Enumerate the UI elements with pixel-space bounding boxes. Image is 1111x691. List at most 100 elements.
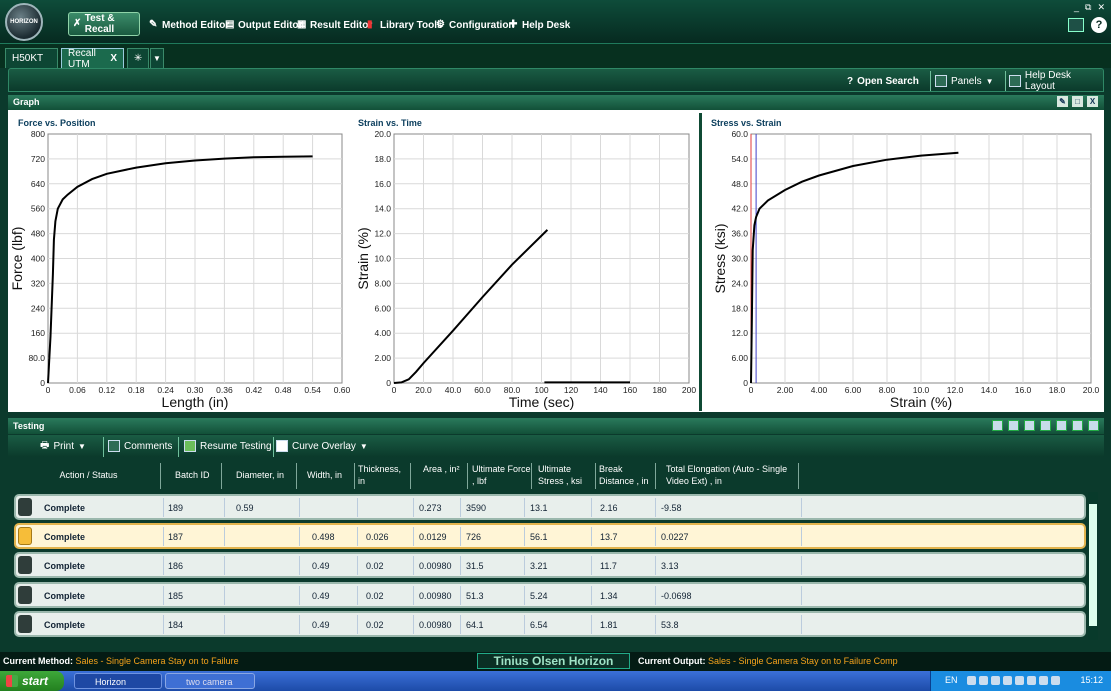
graph-area: Force vs. Position 0 0.06 0.12 0.18 0.24 0.30 0…	[8, 110, 1104, 412]
cell-ultimate-force: 726	[466, 532, 482, 542]
y-tick-label: 560	[31, 204, 45, 214]
tab-dropdown-icon[interactable]: ▼	[150, 48, 164, 68]
clock[interactable]: 15:12	[1080, 675, 1103, 685]
open-search-button[interactable]: ? Open Search	[847, 72, 919, 90]
table-row-selected[interactable]: Complete 187 0.498 0.026 0.0129 726 56.1…	[14, 523, 1086, 549]
cell-ultimate-stress: 3.21	[530, 561, 548, 571]
graph-close-icon[interactable]: X	[1087, 96, 1098, 107]
tray-icon[interactable]	[967, 676, 976, 685]
menu-test-recall[interactable]: ✗ Test & Recall	[68, 12, 140, 36]
restore-icon[interactable]: ⧉	[1085, 2, 1091, 13]
menu-configuration[interactable]: ⚙ Configuration	[436, 14, 515, 36]
strain-time-chart[interactable]: Strain vs. Time0 20.0 40.0 60.0 80.0 100 120 14…	[348, 110, 698, 412]
cell-divider	[801, 615, 802, 634]
tray-icon[interactable]	[1027, 676, 1036, 685]
graph-edit-icon[interactable]: ✎	[1057, 96, 1068, 107]
x-tick-label: 14.0	[981, 385, 998, 395]
cell-ultimate-force: 31.5	[466, 561, 484, 571]
graph-maximize-icon[interactable]: □	[1072, 96, 1083, 107]
menu-method-editor[interactable]: ✎ Method Editor	[149, 14, 229, 36]
cell-ultimate-stress: 5.24	[530, 591, 548, 601]
table-row[interactable]: Complete 184 0.49 0.02 0.00980 64.1 6.54…	[14, 611, 1086, 637]
tray-icon[interactable]	[1039, 676, 1048, 685]
y-tick-label: 160	[31, 328, 45, 338]
panels-button[interactable]: Panels ▼	[935, 72, 994, 90]
tab-h50kt[interactable]: H50KT	[5, 48, 58, 68]
force-position-chart[interactable]: Force vs. Position0 0.06 0.12 0.18 0.24 0.30 0…	[8, 110, 356, 412]
column-header-action-status[interactable]: Action / Status	[14, 463, 161, 489]
cell-area: 0.0129	[419, 532, 447, 542]
x-tick-label: 6.00	[845, 385, 862, 395]
help-icon[interactable]: ?	[1091, 17, 1107, 33]
start-label: start	[22, 674, 49, 688]
y-tick-label: 0	[386, 378, 391, 388]
print-button[interactable]: 🖶 Print ▼	[40, 437, 86, 455]
save-icon[interactable]	[1056, 420, 1067, 431]
resume-testing-button[interactable]: Resume Testing	[184, 437, 272, 455]
minimize-icon[interactable]: _	[1074, 2, 1079, 13]
cell-divider	[460, 586, 461, 605]
close-icon[interactable]: ✕	[1097, 2, 1105, 13]
maximize-icon[interactable]	[1088, 420, 1099, 431]
copy-icon[interactable]	[1024, 420, 1035, 431]
cell-ultimate-force: 51.3	[466, 591, 484, 601]
help-desk-layout-button[interactable]: Help Desk Layout	[1009, 70, 1103, 92]
curve-overlay-button[interactable]: Curve Overlay ▼	[276, 437, 368, 455]
monitor-icon[interactable]	[1068, 18, 1084, 32]
language-indicator[interactable]: EN	[945, 675, 958, 685]
taskbar-item-horizon[interactable]: Horizon	[74, 673, 162, 689]
menu-label: Library Tools	[380, 19, 443, 31]
chevron-down-icon: ▼	[985, 76, 994, 86]
tray-icon[interactable]	[991, 676, 1000, 685]
tab-recall-utm[interactable]: Recall UTM X	[61, 48, 124, 70]
table-row[interactable]: Complete 189 0.59 0.273 3590 13.1 2.16 -…	[14, 494, 1086, 520]
menu-output-editor[interactable]: ▤ Output Editor	[225, 14, 302, 36]
y-tick-label: 400	[31, 254, 45, 264]
cell-batch-id: 185	[168, 591, 184, 601]
stress-strain-chart[interactable]: Stress vs. Strain0 2.00 4.00 6.00 8.00 10.0 12…	[701, 110, 1104, 412]
table-scrollbar[interactable]	[1088, 492, 1098, 640]
new-tab-icon[interactable]: ✳	[127, 48, 149, 68]
column-header-batch-id[interactable]: Batch ID	[161, 463, 222, 489]
scrollbar-thumb[interactable]	[1089, 504, 1097, 626]
column-header-thickness[interactable]: Thickness, in	[355, 463, 411, 489]
column-header-break-distance[interactable]: Break Distance , in	[596, 463, 656, 489]
cell-break-distance: 2.16	[600, 503, 618, 513]
grid-icon[interactable]	[1008, 420, 1019, 431]
tray-icon[interactable]	[1003, 676, 1012, 685]
cell-ultimate-force: 3590	[466, 503, 487, 513]
tray-icon[interactable]	[1015, 676, 1024, 685]
testing-panel-header: Testing	[8, 418, 1104, 434]
column-header-ultimate-stress[interactable]: Ultimate Stress , ksi	[532, 463, 596, 489]
column-header-width[interactable]: Width, in	[297, 463, 355, 489]
column-header-total-elongation[interactable]: Total Elongation (Auto - Single Video Ex…	[656, 463, 799, 489]
cell-divider	[224, 615, 225, 634]
column-header-area[interactable]: Area , in²	[411, 463, 468, 489]
export-icon[interactable]	[992, 420, 1003, 431]
comments-button[interactable]: Comments	[108, 437, 172, 455]
start-button[interactable]: start	[0, 671, 64, 691]
taskbar-item-camera-results[interactable]: two camera res...	[165, 673, 255, 689]
columns-icon[interactable]	[1072, 420, 1083, 431]
close-tab-icon[interactable]: X	[110, 53, 117, 64]
cell-thickness: 0.02	[366, 561, 384, 571]
menu-library-tools[interactable]: ▮ Library Tools	[367, 14, 443, 36]
column-header-ultimate-force[interactable]: Ultimate Force , lbf	[468, 463, 532, 489]
chevron-down-icon: ▼	[359, 441, 368, 451]
table-row[interactable]: Complete 185 0.49 0.02 0.00980 51.3 5.24…	[14, 582, 1086, 608]
tray-icon[interactable]	[1051, 676, 1060, 685]
menu-help-desk[interactable]: ✚ Help Desk	[509, 14, 570, 36]
method-editor-icon: ✎	[149, 19, 158, 30]
tray-icon[interactable]	[979, 676, 988, 685]
menu-result-editor[interactable]: ▦ Result Editor	[297, 14, 372, 36]
y-tick-label: 36.0	[731, 229, 748, 239]
cell-status: Complete	[44, 620, 86, 630]
delete-icon[interactable]	[1040, 420, 1051, 431]
search-icon: ?	[847, 75, 854, 87]
cell-divider	[357, 527, 358, 546]
column-header-diameter[interactable]: Diameter, in	[222, 463, 297, 489]
horizon-logo[interactable]: HORIZON	[5, 3, 43, 41]
y-tick-label: 60.0	[731, 129, 748, 139]
table-row[interactable]: Complete 186 0.49 0.02 0.00980 31.5 3.21…	[14, 552, 1086, 578]
status-bar: Current Method: Sales - Single Camera St…	[0, 652, 1111, 671]
